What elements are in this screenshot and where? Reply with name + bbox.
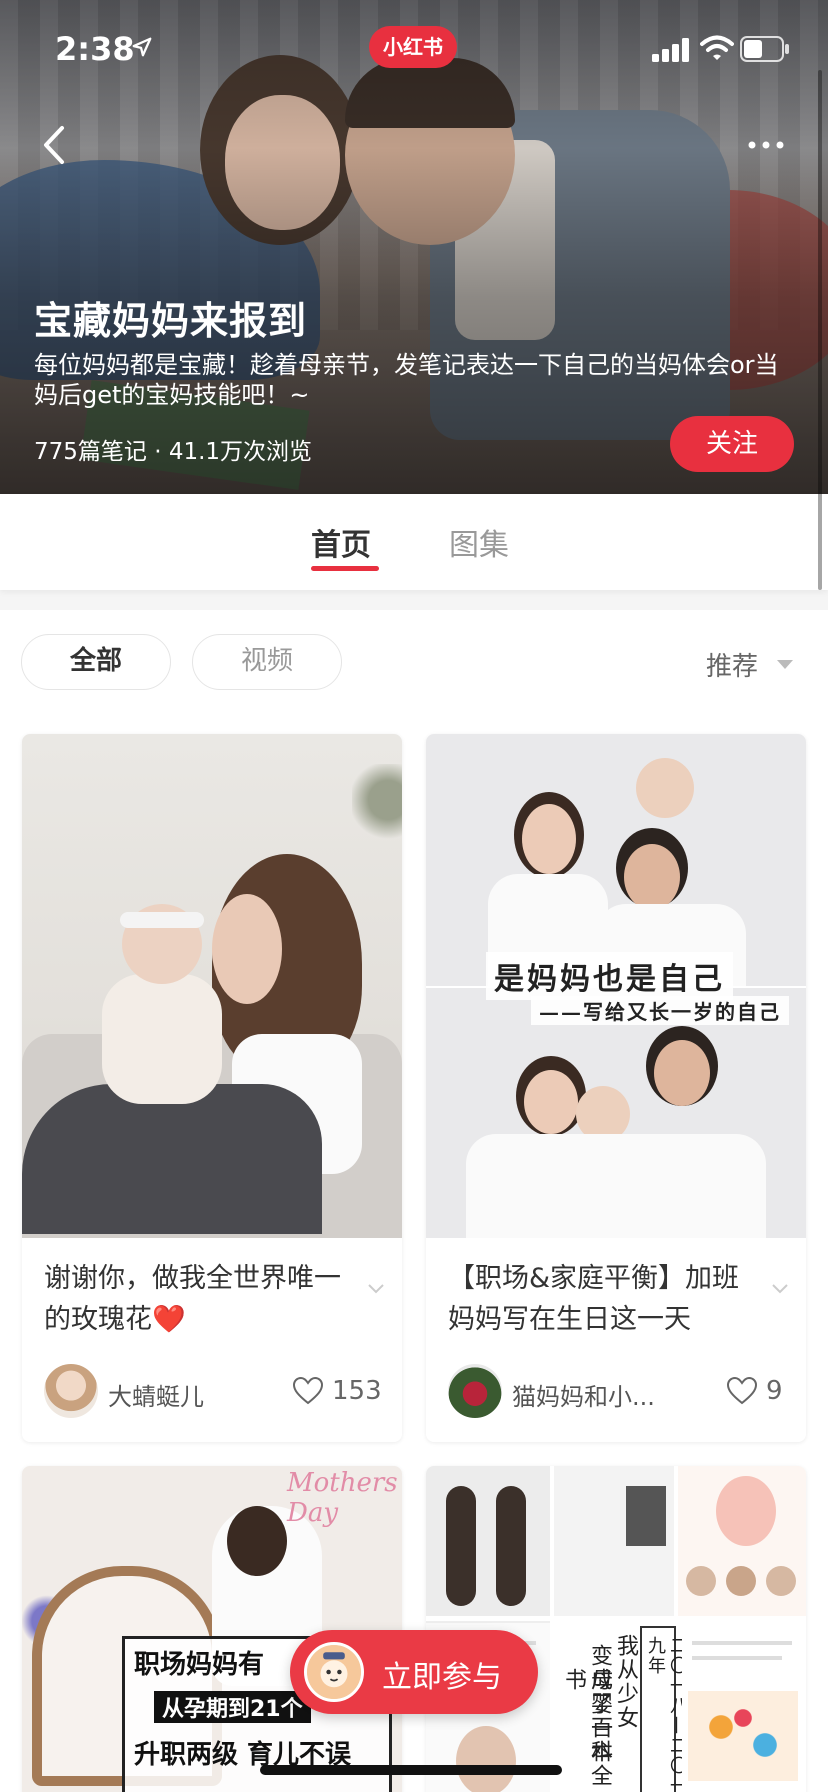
caret-down-icon[interactable]: [777, 660, 793, 669]
note-card[interactable]: 是妈妈也是自己 ——写给又长一岁的自己 【职场&家庭平衡】加班妈妈写在生日这一天…: [426, 734, 806, 1442]
avatar[interactable]: [44, 1364, 98, 1418]
active-tab-indicator: [311, 566, 379, 571]
sort-dropdown[interactable]: 推荐: [706, 646, 758, 683]
follow-button[interactable]: 关注: [670, 416, 794, 472]
note-author[interactable]: 大蜻蜓儿: [108, 1377, 204, 1412]
more-options-icon[interactable]: [746, 130, 786, 160]
status-bar: 2:38 小红书: [0, 26, 828, 72]
mascot-avatar-icon: [304, 1642, 364, 1702]
home-indicator[interactable]: [260, 1765, 562, 1775]
scrollbar[interactable]: [818, 70, 822, 590]
note-author[interactable]: 猫妈妈和小...: [512, 1377, 655, 1412]
tab-gallery[interactable]: 图集: [449, 520, 509, 564]
status-time: 2:38: [55, 30, 135, 68]
filter-chip-all[interactable]: 全部: [21, 634, 171, 690]
chevron-down-icon[interactable]: [368, 1284, 384, 1294]
topic-tabs: 首页 图集: [0, 494, 828, 590]
cellular-signal-icon: [652, 38, 689, 62]
heart-icon[interactable]: [726, 1376, 758, 1406]
topic-stats: 775篇笔记 · 41.1万次浏览: [34, 439, 313, 465]
poster-vertical-text: 我从少女: [613, 1634, 638, 1730]
note-title[interactable]: 【职场&家庭平衡】加班妈妈写在生日这一天: [448, 1258, 748, 1340]
avatar[interactable]: [448, 1364, 502, 1418]
filter-bar: 全部 视频 推荐: [0, 610, 828, 710]
like-count: 153: [332, 1376, 382, 1406]
filter-chip-video[interactable]: 视频: [192, 634, 342, 690]
tab-home[interactable]: 首页: [311, 520, 371, 564]
note-card[interactable]: 我从少女 变成了一本 母婴百科全书 二〇一八—二〇一九年: [426, 1466, 806, 1792]
poster-title: 是妈妈也是自己: [486, 952, 733, 1000]
wifi-icon: [700, 35, 734, 60]
location-arrow-icon: [132, 37, 152, 57]
topic-hero-banner: 2:38 小红书 宝藏妈妈来报到 每位妈妈都是宝藏！趁着母亲节，发笔记表达一下自…: [0, 0, 828, 494]
battery-icon: [740, 36, 789, 62]
chevron-down-icon[interactable]: [772, 1284, 788, 1294]
app-badge: 小红书: [369, 26, 457, 68]
like-count: 9: [766, 1376, 783, 1406]
note-cover-image[interactable]: 我从少女 变成了一本 母婴百科全书 二〇一八—二〇一九年: [426, 1466, 806, 1792]
poster-subtitle: ——写给又长一岁的自己: [531, 996, 789, 1025]
note-cover-image[interactable]: Mothers Day 职场妈妈有 从孕期到21个 升职两级 育儿不误: [22, 1466, 402, 1792]
poster-script-text: Mothers Day: [287, 1468, 398, 1528]
heart-icon[interactable]: [292, 1376, 324, 1406]
note-title[interactable]: 谢谢你，做我全世界唯一的玫瑰花❤️: [44, 1258, 344, 1340]
note-card[interactable]: 谢谢你，做我全世界唯一的玫瑰花❤️ 大蜻蜓儿 153: [22, 734, 402, 1442]
join-topic-button[interactable]: 立即参与: [290, 1630, 538, 1714]
poster-line: 从孕期到21个: [154, 1691, 311, 1723]
note-card[interactable]: Mothers Day 职场妈妈有 从孕期到21个 升职两级 育儿不误: [22, 1466, 402, 1792]
note-cover-image[interactable]: 是妈妈也是自己 ——写给又长一岁的自己: [426, 734, 806, 1238]
poster-line: 职场妈妈有: [134, 1650, 265, 1680]
topic-description: 每位妈妈都是宝藏！趁着母亲节，发笔记表达一下自己的当妈体会or当妈后get的宝妈…: [34, 351, 779, 409]
join-topic-label[interactable]: 立即参与: [382, 1652, 502, 1696]
poster-vertical-text: 母婴百科全书: [561, 1668, 612, 1788]
note-cover-image[interactable]: [22, 734, 402, 1238]
back-arrow-icon[interactable]: [36, 120, 72, 170]
topic-title: 宝藏妈妈来报到: [34, 299, 308, 343]
